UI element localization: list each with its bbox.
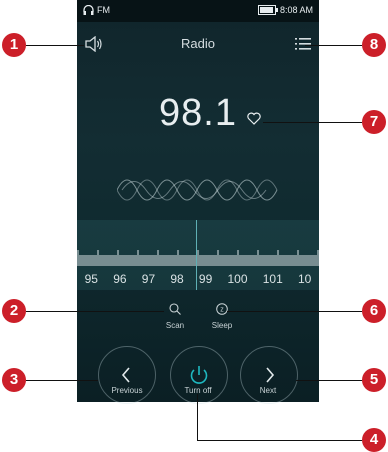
leader-line-6	[227, 311, 362, 312]
scan-button[interactable]: Scan	[160, 303, 190, 330]
heart-icon[interactable]	[247, 112, 261, 125]
leader-line-1	[26, 45, 84, 46]
leader-line-4b	[197, 440, 362, 441]
sleep-button[interactable]: z Sleep	[207, 303, 237, 330]
scale-label: 100	[227, 272, 248, 286]
callout-5: 5	[362, 368, 386, 392]
leader-line-4a	[197, 394, 198, 440]
menu-icon[interactable]	[295, 37, 311, 51]
turn-off-label: Turn off	[184, 386, 212, 395]
fm-label: FM	[97, 5, 110, 15]
frequency-display: 98.1	[159, 92, 237, 134]
callout-7: 7	[362, 110, 386, 134]
leader-line-8	[305, 45, 362, 46]
sleep-icon: z	[216, 303, 228, 315]
scale-label: 95	[84, 272, 98, 286]
leader-line-7	[263, 122, 362, 123]
frequency-dial[interactable]: 95 96 97 98 99 100 101 10	[77, 220, 319, 290]
dial-ticks	[77, 250, 319, 266]
callout-2: 2	[2, 299, 26, 323]
callout-6: 6	[362, 299, 386, 323]
status-bar: FM 8:08 AM	[77, 0, 319, 22]
callout-3: 3	[2, 368, 26, 392]
scale-label: 97	[141, 272, 156, 286]
status-time: 8:08 AM	[279, 5, 313, 15]
scale-label: 99	[198, 272, 213, 286]
callout-4: 4	[362, 428, 386, 452]
scale-label: 98	[170, 272, 184, 286]
dial-scale: 95 96 97 98 99 100 101 10	[77, 272, 319, 286]
title-bar: Radio	[77, 22, 319, 66]
scan-icon	[169, 303, 181, 315]
previous-label: Previous	[111, 386, 143, 395]
scale-label: 96	[113, 272, 127, 286]
status-left: FM	[83, 5, 110, 15]
leader-line-2	[26, 311, 164, 312]
status-right: 8:08 AM	[257, 5, 313, 15]
audio-waveform	[117, 179, 278, 201]
scan-label: Scan	[165, 321, 185, 330]
scale-label: 10	[298, 272, 312, 286]
headphones-icon	[83, 5, 94, 15]
leader-line-5	[296, 380, 362, 381]
turn-off-button[interactable]	[170, 346, 228, 404]
page-title: Radio	[181, 36, 215, 51]
scale-label: 101	[262, 272, 283, 286]
phone-screen: FM 8:08 AM Radio 98.1 95 96 97 98 99 100…	[77, 0, 319, 404]
next-button[interactable]	[240, 346, 298, 404]
next-label: Next	[259, 386, 277, 395]
previous-button[interactable]	[98, 346, 156, 404]
callout-1: 1	[2, 33, 26, 57]
sleep-label: Sleep	[211, 321, 233, 330]
battery-icon	[257, 5, 278, 15]
sleep-glyph: z	[220, 307, 224, 314]
leader-line-3	[26, 380, 98, 381]
callout-8: 8	[362, 33, 386, 57]
